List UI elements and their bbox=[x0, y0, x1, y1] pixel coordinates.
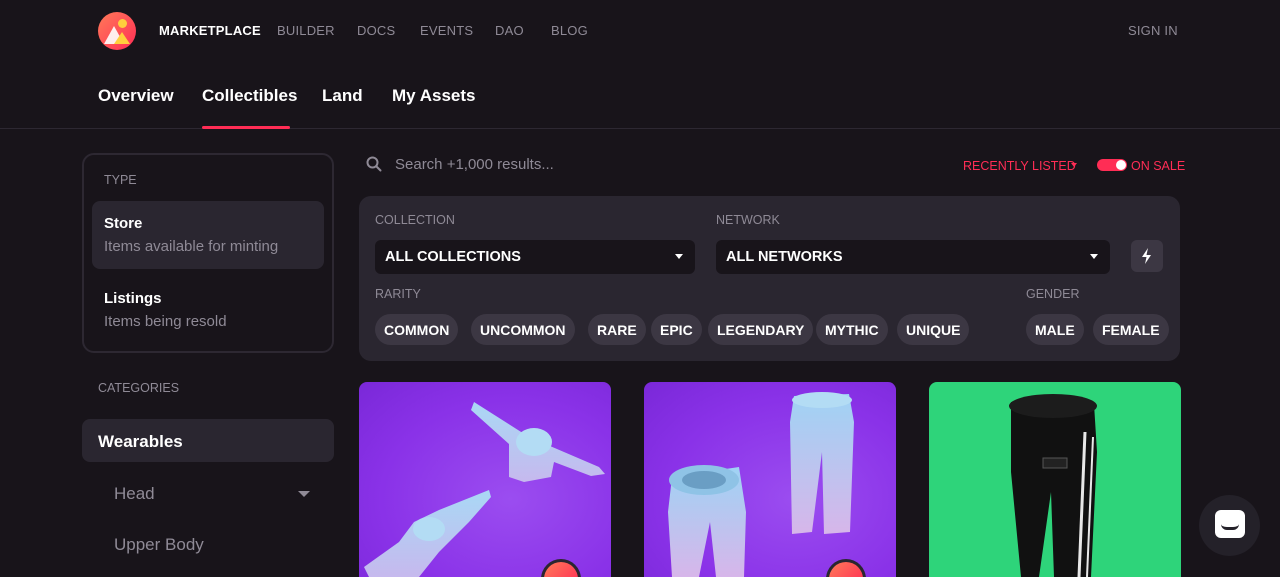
gender-label: GENDER bbox=[1026, 287, 1080, 301]
sort-caret-icon bbox=[1071, 163, 1077, 167]
rarity-chip-mythic[interactable]: MYTHIC bbox=[816, 314, 888, 345]
collection-value: ALL COLLECTIONS bbox=[385, 249, 521, 265]
type-header: TYPE bbox=[104, 173, 137, 187]
black-pants-image bbox=[1009, 394, 1097, 577]
chevron-down-icon[interactable] bbox=[298, 491, 310, 497]
type-store-title: Store bbox=[104, 215, 143, 232]
type-listings-option[interactable]: Listings Items being resold bbox=[92, 276, 324, 344]
sort-dropdown[interactable]: RECENTLY LISTED bbox=[963, 159, 1076, 173]
category-wearables[interactable]: Wearables bbox=[82, 419, 334, 462]
pants-image bbox=[668, 392, 854, 577]
nav-dao[interactable]: DAO bbox=[495, 23, 524, 38]
chat-support-button[interactable] bbox=[1199, 495, 1260, 556]
chevron-down-icon bbox=[675, 254, 683, 259]
hoodie-image bbox=[364, 402, 605, 577]
rarity-chip-common[interactable]: COMMON bbox=[375, 314, 459, 345]
tab-my-assets[interactable]: My Assets bbox=[392, 86, 475, 106]
type-filter-box: TYPE Store Items available for minting L… bbox=[82, 153, 334, 353]
type-listings-desc: Items being resold bbox=[104, 313, 227, 330]
network-label: NETWORK bbox=[716, 213, 780, 227]
gender-chip-female[interactable]: FEMALE bbox=[1093, 314, 1169, 345]
nav-blog[interactable]: BLOG bbox=[551, 23, 588, 38]
type-store-option[interactable]: Store Items available for minting bbox=[92, 201, 324, 269]
nav-events[interactable]: EVENTS bbox=[420, 23, 473, 38]
search-bar[interactable]: Search +1,000 results... bbox=[362, 150, 842, 180]
subcategory-upper-body[interactable]: Upper Body bbox=[114, 535, 204, 555]
tab-land[interactable]: Land bbox=[322, 86, 363, 106]
item-card-hoodie[interactable] bbox=[359, 382, 611, 577]
rarity-chip-unique[interactable]: UNIQUE bbox=[897, 314, 970, 345]
nav-docs[interactable]: DOCS bbox=[357, 23, 395, 38]
rarity-label: RARITY bbox=[375, 287, 421, 301]
network-value: ALL NETWORKS bbox=[726, 249, 843, 265]
item-card-black-pants[interactable] bbox=[929, 382, 1181, 577]
nav-marketplace[interactable]: MARKETPLACE bbox=[159, 23, 261, 38]
sign-in-link[interactable]: SIGN IN bbox=[1128, 23, 1178, 38]
categories-header: CATEGORIES bbox=[98, 381, 180, 395]
active-tab-indicator bbox=[202, 126, 290, 129]
type-listings-title: Listings bbox=[104, 290, 162, 307]
filters-panel: COLLECTION ALL COLLECTIONS NETWORK ALL N… bbox=[359, 196, 1180, 361]
on-sale-toggle[interactable] bbox=[1097, 159, 1127, 171]
tab-collectibles[interactable]: Collectibles bbox=[202, 86, 297, 106]
on-sale-label: ON SALE bbox=[1131, 159, 1186, 173]
gender-chip-male[interactable]: MALE bbox=[1026, 314, 1084, 345]
rarity-chip-epic[interactable]: EPIC bbox=[651, 314, 702, 345]
nav-builder[interactable]: BUILDER bbox=[277, 23, 335, 38]
rarity-chip-rare[interactable]: RARE bbox=[588, 314, 646, 345]
decentraland-logo-icon[interactable] bbox=[98, 12, 136, 50]
rarity-chip-legendary[interactable]: LEGENDARY bbox=[708, 314, 814, 345]
collection-dropdown[interactable]: ALL COLLECTIONS bbox=[375, 240, 695, 274]
advanced-filter-button[interactable] bbox=[1131, 240, 1163, 272]
subcategory-head[interactable]: Head bbox=[114, 484, 155, 504]
item-card-pants[interactable] bbox=[644, 382, 896, 577]
rarity-chip-uncommon[interactable]: UNCOMMON bbox=[471, 314, 575, 345]
lightning-icon bbox=[1142, 248, 1151, 264]
chevron-down-icon bbox=[1090, 254, 1098, 259]
collection-label: COLLECTION bbox=[375, 213, 455, 227]
type-store-desc: Items available for minting bbox=[104, 238, 279, 255]
tab-overview[interactable]: Overview bbox=[98, 86, 174, 106]
network-dropdown[interactable]: ALL NETWORKS bbox=[716, 240, 1110, 274]
search-input[interactable]: Search +1,000 results... bbox=[395, 156, 554, 173]
search-icon bbox=[366, 156, 382, 172]
top-navbar: MARKETPLACE BUILDER DOCS EVENTS DAO BLOG… bbox=[0, 0, 1280, 62]
marketplace-tabs: Overview Collectibles Land My Assets bbox=[0, 62, 1280, 129]
